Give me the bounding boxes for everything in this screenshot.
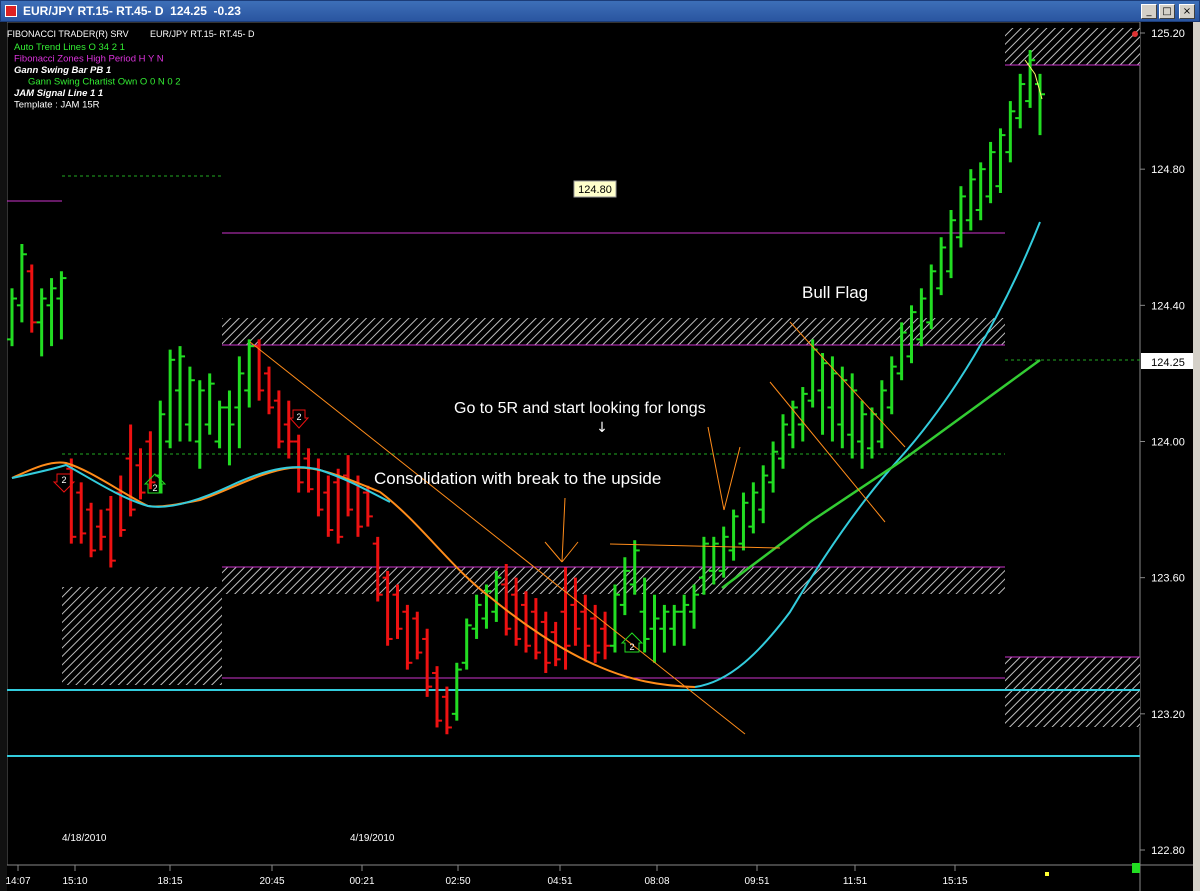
svg-text:2: 2 xyxy=(296,412,301,422)
legend-header-right: EUR/JPY RT.15- RT.45- D xyxy=(150,29,255,39)
x-tick-label: 00:21 xyxy=(349,876,374,887)
legend-line: Gann Swing Chartist Own O 0 N 0 2 xyxy=(28,77,181,88)
app-icon xyxy=(5,5,17,17)
window-frame-right xyxy=(1193,22,1200,891)
minimize-button[interactable]: _ xyxy=(1141,4,1157,19)
title-bar[interactable]: EUR/JPY RT.15- RT.45- D 124.25 -0.23 _ □… xyxy=(0,0,1200,22)
status-indicator xyxy=(1132,863,1140,873)
go-to-5r-label: Go to 5R and start looking for longs xyxy=(454,400,706,417)
x-tick-label: 15:15 xyxy=(942,876,967,887)
price-callout-text: 124.80 xyxy=(578,184,612,196)
y-tick-label: 125.20 xyxy=(1151,28,1185,40)
window-title: EUR/JPY RT.15- RT.45- D 124.25 -0.23 xyxy=(23,4,241,18)
legend-line: Fibonacci Zones High Period H Y N xyxy=(14,54,164,65)
x-tick-label: 04:51 xyxy=(547,876,572,887)
y-tick-label: 123.60 xyxy=(1151,573,1185,585)
svg-text:2: 2 xyxy=(61,475,66,485)
price-chart[interactable]: 2 2 2 2 FIBONACCI TRADER(R) SRV EUR/JPY … xyxy=(0,22,1193,891)
x-tick-label: 08:08 xyxy=(644,876,669,887)
legend-line: JAM Signal Line 1 1 xyxy=(14,88,103,99)
chart-window: EUR/JPY RT.15- RT.45- D 124.25 -0.23 _ □… xyxy=(0,0,1200,891)
legend-line: Template : JAM 15R xyxy=(14,100,100,111)
svg-text:2: 2 xyxy=(629,642,634,652)
date-label: 4/18/2010 xyxy=(62,833,107,844)
x-axis: 14:07 15:10 18:15 20:45 00:21 02:50 04:51 08:08… xyxy=(5,865,968,887)
maximize-button[interactable]: □ xyxy=(1159,4,1175,19)
x-tick-label: 15:10 xyxy=(62,876,87,887)
x-tick-label: 02:50 xyxy=(445,876,470,887)
date-label: 4/19/2010 xyxy=(350,833,395,844)
y-tick-label: 122.80 xyxy=(1151,845,1185,857)
x-tick-label: 14:07 xyxy=(5,876,30,887)
current-price-label: 124.25 xyxy=(1151,357,1185,369)
bull-flag-label: Bull Flag xyxy=(802,283,868,302)
x-tick-label: 09:51 xyxy=(744,876,769,887)
svg-text:2: 2 xyxy=(152,483,157,493)
y-tick-label: 124.00 xyxy=(1151,437,1185,449)
position-marker xyxy=(1045,872,1049,876)
legend-line: Auto Trend Lines O 34 2 1 xyxy=(14,42,125,53)
left-gutter xyxy=(0,22,7,891)
fib-zone-bottom-right xyxy=(1005,657,1140,727)
x-tick-label: 18:15 xyxy=(157,876,182,887)
x-tick-label: 20:45 xyxy=(259,876,284,887)
legend-header-left: FIBONACCI TRADER(R) SRV xyxy=(7,29,129,39)
legend-line: Gann Swing Bar PB 1 xyxy=(14,65,111,76)
fib-zone-upper xyxy=(222,318,1005,345)
close-button[interactable]: × xyxy=(1179,4,1195,19)
y-tick-label: 123.20 xyxy=(1151,709,1185,721)
x-tick-label: 11:51 xyxy=(843,876,868,887)
fib-zone-left xyxy=(62,587,222,685)
y-axis: 125.20 124.80 124.40 124.00 123.60 123.20 122.… xyxy=(1140,28,1185,857)
plot-area xyxy=(6,22,1141,866)
y-tick-label: 124.40 xyxy=(1151,300,1185,312)
fib-zone-top-right xyxy=(1005,28,1140,65)
consolidation-label: Consolidation with break to the upside xyxy=(374,469,661,488)
chart-menu-icon[interactable] xyxy=(1132,31,1138,37)
down-arrow-glyph: ↓ xyxy=(596,420,608,436)
y-tick-label: 124.80 xyxy=(1151,164,1185,176)
